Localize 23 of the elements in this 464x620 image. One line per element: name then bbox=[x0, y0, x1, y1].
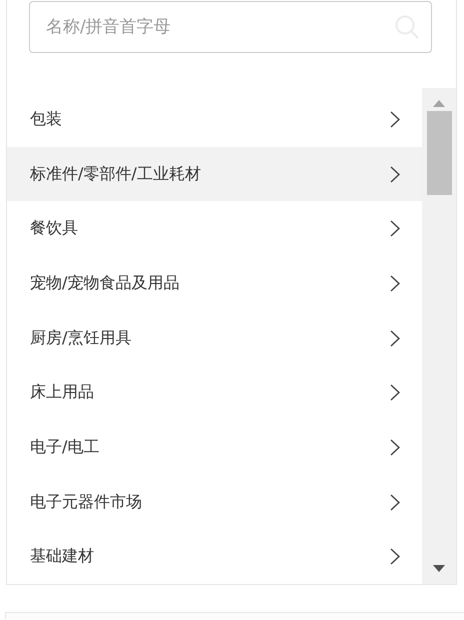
chevron-right-icon bbox=[390, 384, 400, 402]
chevron-right-icon bbox=[390, 438, 400, 456]
chevron-right-icon bbox=[390, 274, 400, 292]
scroll-thumb[interactable] bbox=[426, 111, 452, 195]
search-field[interactable]: 名称/拼音首字母 bbox=[29, 1, 432, 53]
scroll-down-icon[interactable] bbox=[433, 565, 445, 572]
chevron-right-icon bbox=[390, 166, 400, 182]
chevron-right-icon bbox=[390, 494, 400, 511]
category-item[interactable]: 厨房/烹饪用具 bbox=[7, 310, 422, 366]
scrollbar[interactable] bbox=[422, 88, 456, 584]
chevron-right-icon bbox=[390, 548, 400, 566]
category-item[interactable]: 基础建材 bbox=[7, 529, 422, 584]
scroll-up-icon[interactable] bbox=[433, 100, 445, 107]
chevron-right-icon bbox=[390, 330, 400, 347]
category-item[interactable]: 包装 bbox=[7, 92, 422, 147]
chevron-right-icon bbox=[390, 220, 400, 238]
category-item[interactable]: 床上用品 bbox=[7, 365, 422, 420]
category-item[interactable]: 餐饮具 bbox=[7, 201, 422, 256]
category-item[interactable]: 电子/电工 bbox=[7, 420, 422, 475]
category-item[interactable]: 标准件/零部件/工业耗材 bbox=[7, 146, 422, 202]
chevron-right-icon bbox=[390, 110, 400, 128]
category-item[interactable]: 宠物/宠物食品及用品 bbox=[7, 256, 422, 311]
category-item[interactable]: 电子元器件市场 bbox=[7, 474, 422, 530]
